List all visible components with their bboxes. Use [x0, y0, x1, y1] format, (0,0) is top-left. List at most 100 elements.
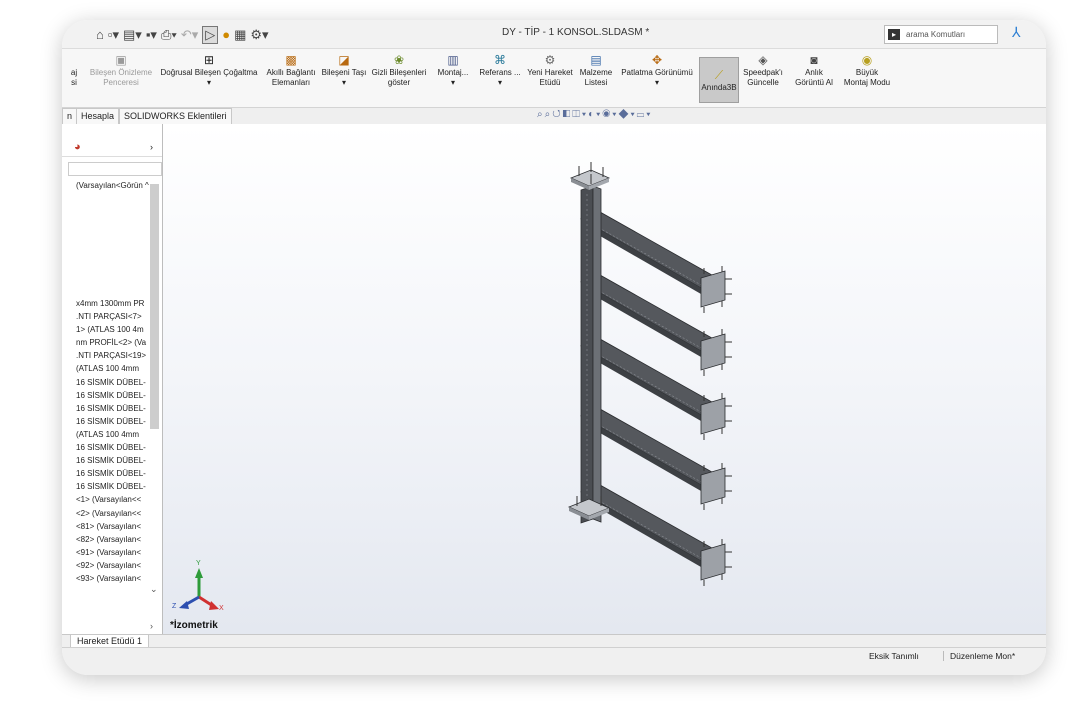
- tree-item[interactable]: x4mm 1300mm PR: [76, 297, 150, 310]
- ribbon-label: Referans ... ▾: [479, 68, 521, 87]
- tree-item[interactable]: <2> (Varsayılan<<: [76, 507, 150, 520]
- ribbon-button-edge[interactable]: aj si: [62, 53, 86, 105]
- tab-truncated[interactable]: n: [62, 108, 78, 125]
- tree-root-node[interactable]: (Varsayılan<Görün ^: [76, 181, 149, 190]
- cantilever-arms: [580, 211, 732, 586]
- ribbon-label: Anında3B: [701, 82, 737, 92]
- section-view-icon[interactable]: ◧: [563, 109, 573, 120]
- smart-fasteners-button[interactable]: ▩ Akıllı Bağlantı Elemanları: [262, 53, 320, 105]
- move-component-icon: ◪: [338, 53, 350, 67]
- ribbon-label: Montaj... ▾: [437, 68, 469, 87]
- tree-item[interactable]: <82> (Varsayılan<: [76, 533, 150, 546]
- tree-item[interactable]: 16 SİSMİK DÜBEL-: [76, 389, 150, 402]
- tree-item[interactable]: 16 SİSMİK DÜBEL-: [76, 441, 150, 454]
- open-file-icon[interactable]: ▤▾: [123, 27, 142, 43]
- heads-up-view-toolbar[interactable]: ⌕⌕↺◧◫▾◐▾◉▾◆▾▭▾: [537, 109, 652, 120]
- appearance-tab-icon[interactable]: ◕: [74, 141, 81, 153]
- tree-item[interactable]: nm PROFİL<2> (Va: [76, 336, 150, 349]
- tree-item[interactable]: 16 SİSMİK DÜBEL-: [76, 467, 150, 480]
- chevron-right-icon[interactable]: ›: [150, 142, 153, 152]
- help-icon[interactable]: ⅄: [1012, 24, 1021, 41]
- camera-icon: ◙: [810, 53, 818, 67]
- scroll-down-icon[interactable]: ⌄: [150, 584, 158, 595]
- tab-evaluate[interactable]: Hesapla: [76, 108, 120, 125]
- options-icon[interactable]: ⚙▾: [250, 27, 268, 43]
- ribbon-label: Malzeme Listesi: [579, 68, 613, 87]
- tree-item[interactable]: (ATLAS 100 4mm: [76, 362, 150, 375]
- tree-item[interactable]: 16 SİSMİK DÜBEL-: [76, 402, 150, 415]
- feature-manager-panel: ◕ › (Varsayılan<Görün ^ x4mm 1300mm PR .…: [62, 124, 163, 634]
- tree-item[interactable]: 16 SİSMİK DÜBEL-: [76, 454, 150, 467]
- large-assembly-icon: ◉: [861, 53, 873, 67]
- update-speedpak-button[interactable]: ◈ Speedpak'ı Güncelle: [739, 53, 787, 105]
- app-window: ⌂ ▫▾ ▤▾ ▪▾ ⎙▾ ↶▾ ▷ ● ▦ ⚙▾ DY - TİP - 1 K…: [62, 20, 1046, 675]
- large-assembly-mode-button[interactable]: ◉ Büyük Montaj Modu: [839, 53, 895, 105]
- view-orientation-label: *İzometrik: [170, 620, 218, 631]
- previous-view-icon[interactable]: ↺: [552, 109, 562, 120]
- component-preview-button[interactable]: ▣ Bileşen Önizleme Penceresi: [86, 53, 156, 105]
- tree-item[interactable]: .NTI PARÇASI<19>: [76, 349, 150, 362]
- home-icon[interactable]: ⌂: [96, 27, 104, 43]
- instant3d-button[interactable]: ⟋ Anında3B: [699, 57, 739, 103]
- scene-icon[interactable]: ▭▾: [637, 109, 653, 120]
- tree-item[interactable]: (ATLAS 100 4mm: [76, 428, 150, 441]
- undo-icon[interactable]: ↶▾: [181, 27, 198, 43]
- graphics-viewport[interactable]: Y X Z: [163, 124, 1046, 634]
- reference-geometry-button[interactable]: ⌘ Referans ... ▾: [476, 53, 524, 105]
- linear-pattern-button[interactable]: ⊞ Doğrusal Bileşen Çoğaltma ▾: [156, 53, 262, 105]
- tree-item[interactable]: .NTI PARÇASI<7>: [76, 310, 150, 323]
- status-bar: Eksik Tanımlı Düzenleme Mon*: [62, 647, 1046, 675]
- assembly-features-icon: ▥: [447, 53, 459, 67]
- tree-item[interactable]: 16 SİSMİK DÜBEL-: [76, 376, 150, 389]
- tree-item[interactable]: <91> (Varsayılan<: [76, 546, 150, 559]
- zoom-to-fit-icon[interactable]: ⌕: [537, 109, 545, 120]
- new-file-icon[interactable]: ▫▾: [108, 27, 119, 43]
- bill-of-materials-button[interactable]: ▤ Malzeme Listesi: [576, 53, 616, 105]
- select-icon[interactable]: ▷: [202, 26, 219, 44]
- model-drawing: Y X Z: [172, 162, 732, 612]
- take-snapshot-button[interactable]: ◙ Anlık Görüntü Al: [789, 53, 839, 105]
- ribbon-label: Speedpak'ı Güncelle: [743, 68, 783, 87]
- exploded-view-button[interactable]: ✥ Patlatma Görünümü ▾: [616, 53, 698, 105]
- display-style-icon[interactable]: ◐▾: [588, 109, 602, 120]
- hide-show-icon[interactable]: ◉▾: [602, 109, 618, 120]
- motion-study-tabs: Hareket Etüdü 1: [62, 634, 1046, 648]
- status-edit-mode[interactable]: Düzenleme Mon*: [943, 651, 1015, 661]
- file-properties-icon[interactable]: ▦: [234, 27, 246, 43]
- coordinate-triad: Y X Z: [172, 560, 224, 612]
- print-icon[interactable]: ⎙▾: [161, 27, 177, 43]
- assembly-features-button[interactable]: ▥ Montaj... ▾: [430, 53, 476, 105]
- tree-scrollbar[interactable]: [150, 184, 159, 429]
- search-input[interactable]: arama Komutları: [906, 30, 965, 39]
- ribbon-label: Anlık Görüntü Al: [795, 68, 833, 87]
- appearance-icon[interactable]: ◆▾: [618, 109, 636, 120]
- rebuild-icon[interactable]: ●: [222, 27, 230, 43]
- tab-solidworks-addins[interactable]: SOLIDWORKS Eklentileri: [119, 108, 232, 125]
- scroll-right-icon[interactable]: ›: [150, 621, 153, 631]
- tree-item[interactable]: <92> (Varsayılan<: [76, 559, 150, 572]
- speedpak-icon: ◈: [758, 53, 768, 67]
- ribbon-label: Patlatma Görünümü ▾: [621, 68, 693, 87]
- svg-text:Z: Z: [172, 603, 177, 610]
- ribbon-label: Doğrusal Bileşen Çoğaltma ▾: [160, 68, 258, 87]
- command-manager-ribbon: aj si ▣ Bileşen Önizleme Penceresi ⊞ Doğ…: [62, 49, 1046, 108]
- tree-item[interactable]: <1> (Varsayılan<<: [76, 493, 150, 506]
- panel-tab-row: ◕ ›: [62, 140, 162, 157]
- tree-item[interactable]: 16 SİSMİK DÜBEL-: [76, 415, 150, 428]
- tree-item[interactable]: <93> (Varsayılan<: [76, 572, 150, 585]
- search-box[interactable]: ▸ arama Komutları: [884, 25, 998, 44]
- view-orientation-icon[interactable]: ◫▾: [572, 109, 588, 120]
- tree-item[interactable]: <81> (Varsayılan<: [76, 520, 150, 533]
- show-hidden-components-button[interactable]: ❀ Gizli Bileşenleri göster: [368, 53, 430, 105]
- move-component-button[interactable]: ◪ Bileşeni Taşı ▾: [320, 53, 368, 105]
- fastener-icon: ▩: [285, 53, 297, 67]
- ribbon-label: aj si: [70, 68, 78, 87]
- new-motion-study-button[interactable]: ⚙ Yeni Hareket Etüdü: [524, 53, 576, 105]
- tree-item[interactable]: 16 SİSMİK DÜBEL-: [76, 480, 150, 493]
- tree-filter-input[interactable]: [68, 162, 162, 176]
- quick-access-toolbar: ⌂ ▫▾ ▤▾ ▪▾ ⎙▾ ↶▾ ▷ ● ▦ ⚙▾: [96, 26, 269, 44]
- save-icon[interactable]: ▪▾: [146, 27, 157, 43]
- search-icon: ▸: [888, 29, 900, 40]
- tree-item[interactable]: 1> (ATLAS 100 4m: [76, 323, 150, 336]
- ribbon-label: Bileşen Önizleme Penceresi: [89, 68, 153, 87]
